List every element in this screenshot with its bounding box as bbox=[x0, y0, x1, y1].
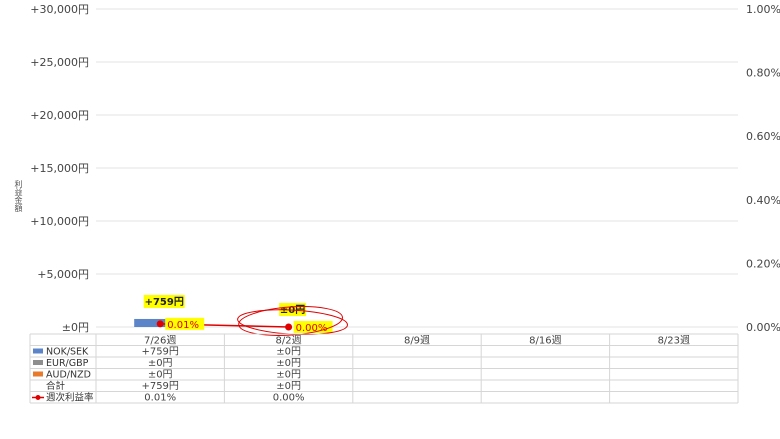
rate-point bbox=[285, 323, 293, 331]
legend-label: AUD/NZD bbox=[46, 370, 91, 381]
bar-label: +759円 bbox=[145, 296, 184, 308]
legend-key bbox=[35, 395, 41, 400]
y-tick-label: +15,000円 bbox=[30, 162, 89, 175]
table-cell: ±0円 bbox=[276, 381, 301, 392]
y2-tick-label: 0.20% bbox=[746, 257, 780, 270]
table-cell: ±0円 bbox=[148, 358, 173, 369]
legend-label: 週次利益率 bbox=[46, 392, 94, 404]
y-tick-label: +25,000円 bbox=[30, 56, 89, 69]
table-cell: +759円 bbox=[141, 381, 178, 392]
x-tick-label: 8/2週 bbox=[276, 335, 302, 347]
x-tick-label: 8/16週 bbox=[529, 335, 561, 347]
legend-key bbox=[33, 371, 43, 377]
table-cell: 0.01% bbox=[144, 393, 176, 404]
table-cell: 0.00% bbox=[273, 393, 305, 404]
legend-key bbox=[33, 360, 43, 365]
table-cell: ±0円 bbox=[276, 358, 301, 369]
y-tick-label: +5,000円 bbox=[37, 268, 89, 281]
profit-chart: ±0円 +5,000円 +10,000円 +15,000円 +20,000円 +25,00… bbox=[29, 3, 780, 404]
y2-tick-label: 0.80% bbox=[746, 67, 780, 80]
y-tick-label: +30,000円 bbox=[30, 3, 89, 16]
y2-tick-label: 0.40% bbox=[746, 194, 780, 207]
y2-tick-label: 0.60% bbox=[746, 130, 780, 143]
y2-tick-label: 1.00% bbox=[746, 3, 780, 16]
y-tick-label: +20,000円 bbox=[30, 109, 89, 122]
x-tick-label: 7/26週 bbox=[144, 335, 176, 347]
table-cell: +759円 bbox=[141, 347, 178, 358]
table-cell: ±0円 bbox=[148, 370, 173, 381]
legend-label: 合計 bbox=[46, 380, 66, 392]
table-cell: ±0円 bbox=[276, 370, 301, 381]
y-tick-label: ±0円 bbox=[62, 321, 89, 334]
legend-key bbox=[33, 348, 43, 354]
y-tick-label: +10,000円 bbox=[30, 215, 89, 228]
rate-point bbox=[156, 320, 164, 328]
legend-label: NOK/SEK bbox=[46, 347, 89, 358]
legend-label: EUR/GBP bbox=[46, 358, 89, 369]
table-cell: ±0円 bbox=[276, 347, 301, 358]
y2-tick-label: 0.00% bbox=[746, 321, 780, 334]
x-tick-label: 8/9週 bbox=[404, 335, 430, 347]
rate-label: 0.01% bbox=[167, 320, 199, 331]
x-tick-label: 8/23週 bbox=[658, 335, 690, 347]
